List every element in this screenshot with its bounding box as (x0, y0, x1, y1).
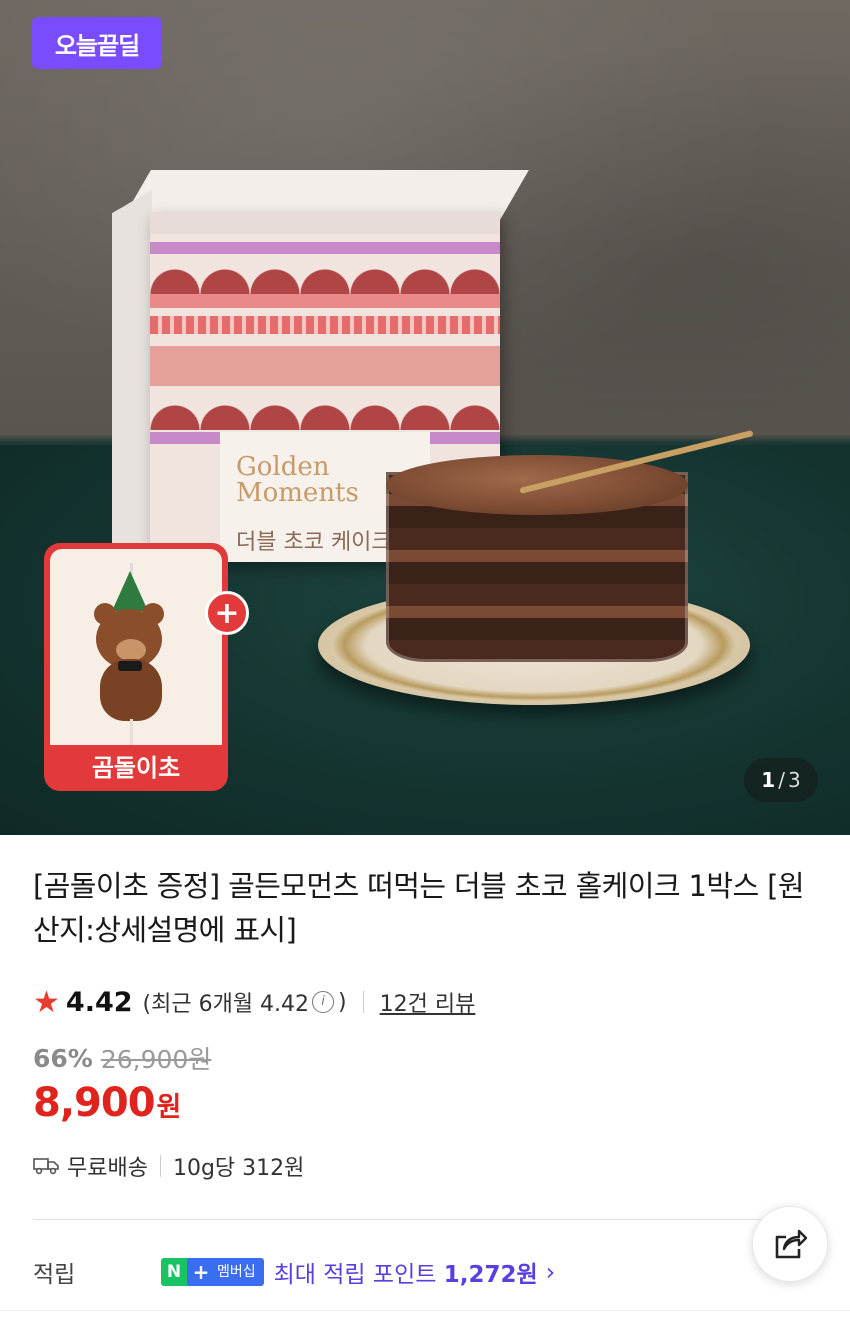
unit-price: 10g당 312원 (172, 1156, 305, 1181)
pager-total: 3 (787, 768, 801, 792)
points-row[interactable]: 적립 N + 멤버십 최대 적립 포인트 1,272원 › (33, 1250, 793, 1294)
price-unit: 원 (156, 1092, 182, 1123)
star-icon: ★ (33, 984, 60, 1020)
discount-row: 66% 26,900원 (33, 1040, 211, 1076)
shipping-text: 무료배송 (67, 1156, 148, 1181)
divider (159, 1155, 161, 1177)
image-pager: 1 / 3 (744, 758, 818, 802)
section-divider (33, 1219, 817, 1220)
review-count-link[interactable]: 12건 리뷰 (380, 986, 476, 1018)
info-icon[interactable]: i (312, 991, 335, 1013)
truck-icon (33, 1158, 59, 1175)
gift-card: 곰돌이초 (44, 543, 228, 791)
rating-row: ★ 4.42 (최근 6개월 4.42 i ) 12건 리뷰 (33, 982, 475, 1022)
sale-price: 8,900 (33, 1080, 156, 1126)
price-row: 8,900 원 (33, 1080, 181, 1126)
gift-image (50, 549, 222, 745)
divider (362, 991, 364, 1013)
chevron-right-icon: › (545, 1258, 556, 1286)
bottom-divider (0, 1310, 850, 1311)
shipping-row: 무료배송 10g당 312원 (33, 1148, 304, 1184)
pager-separator: / (778, 768, 785, 792)
naver-plus-membership-badge: N + 멤버십 (161, 1258, 264, 1286)
points-label: 적립 (33, 1262, 76, 1288)
rating-score: 4.42 (65, 986, 133, 1018)
discount-rate: 66% (33, 1043, 93, 1073)
deal-badge: 오늘끝딜 (32, 17, 162, 69)
original-price: 26,900원 (100, 1045, 212, 1074)
product-title: [곰돌이초 증정] 골든모먼츠 떠먹는 더블 초코 홀케이크 1박스 [원산지:… (33, 869, 805, 947)
pager-current: 1 (761, 768, 776, 792)
party-hat (112, 571, 148, 611)
plus-icon: + (205, 591, 249, 635)
recent-rating: (최근 6개월 4.42 i ) (142, 989, 347, 1018)
max-points-text: 최대 적립 포인트 1,272원 (273, 1262, 538, 1288)
gift-label: 곰돌이초 (91, 754, 181, 782)
